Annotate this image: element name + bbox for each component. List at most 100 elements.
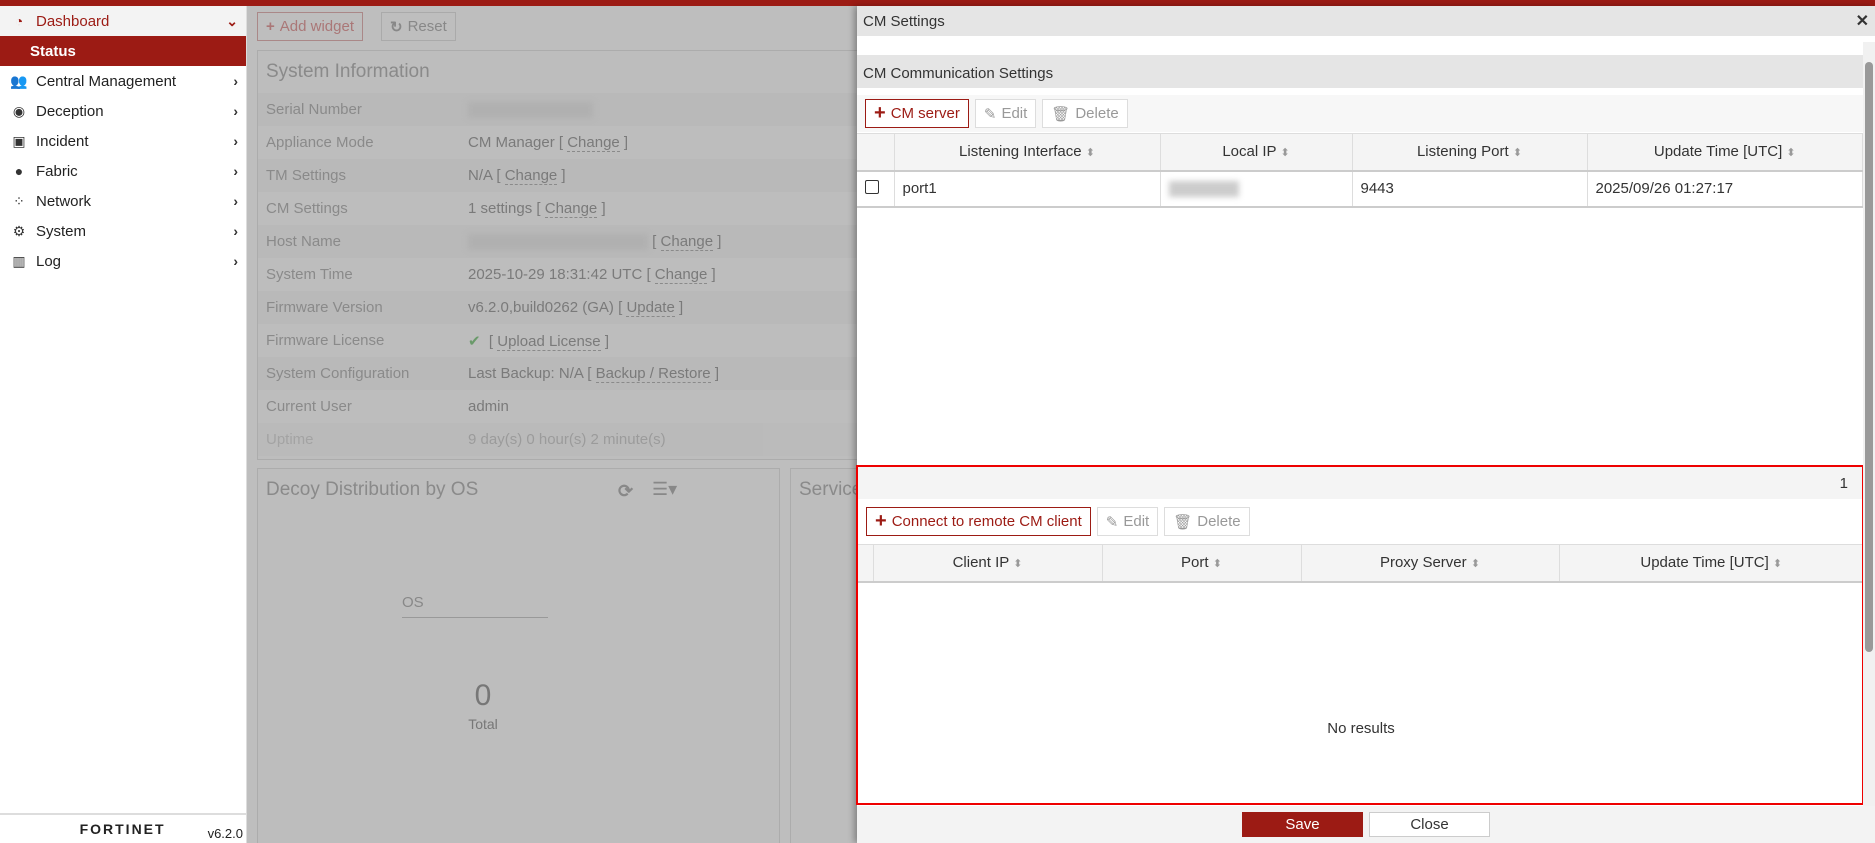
sidebar-item-status[interactable]: Status xyxy=(0,36,246,66)
chevron-right-icon: › xyxy=(233,253,238,269)
chevron-right-icon: › xyxy=(233,133,238,149)
plus-icon: + xyxy=(875,510,887,532)
change-link[interactable]: Change xyxy=(660,232,714,251)
sort-icon: ⬍ xyxy=(1470,558,1481,571)
dialog-footer: Save Close xyxy=(857,806,1875,843)
info-row: Uptime 9 day(s) 0 hour(s) 2 minute(s) xyxy=(258,423,857,456)
connect-remote-cm-client-button[interactable]: + Connect to remote CM client xyxy=(866,507,1091,536)
dashboard-icon: ◔ xyxy=(14,13,24,29)
column-header[interactable]: Port ⬍ xyxy=(1102,544,1302,583)
dashboard-main: + Add widget ↻ Reset System Information Se… xyxy=(247,6,857,843)
fabric-icon: ● xyxy=(14,163,24,179)
column-header[interactable]: Listening Interface ⬍ xyxy=(894,133,1161,172)
legend-label: OS xyxy=(402,594,548,618)
sidebar: ◔ Dashboard ⌄ Status 👥 Central Management › … xyxy=(0,6,247,843)
chevron-right-icon: › xyxy=(233,73,238,89)
close-icon[interactable]: ✕ xyxy=(1856,11,1869,31)
column-header[interactable]: Update Time [UTC] ⬍ xyxy=(1587,133,1863,172)
chart-icon: ▥ xyxy=(12,252,26,269)
change-link[interactable]: Change xyxy=(654,266,708,284)
info-row: Firmware Version v6.2.0,build0262 (GA) [ … xyxy=(258,291,857,324)
trash-icon: 🗑 xyxy=(1173,513,1193,531)
edit-button[interactable]: ✎ Edit xyxy=(974,99,1037,128)
chevron-right-icon: › xyxy=(233,223,238,239)
sort-icon: ⬍ xyxy=(1772,558,1783,571)
update-link[interactable]: Update xyxy=(626,299,675,317)
version-label: v6.2.0 xyxy=(207,826,243,841)
service-widget: Service xyxy=(790,468,857,843)
sidebar-item-fabric[interactable]: ● Fabric › xyxy=(0,156,246,186)
sidebar-item-deception[interactable]: ◉ Deception › xyxy=(0,96,246,126)
client-table: Client IP ⬍ Port ⬍ Proxy Server ⬍ Update… xyxy=(858,544,1862,583)
change-link[interactable]: Change xyxy=(544,200,598,218)
gear-icon: ⚙ xyxy=(12,222,26,239)
sort-icon: ⬍ xyxy=(1786,147,1796,160)
sidebar-item-system[interactable]: ⚙ System › xyxy=(0,216,246,246)
change-link[interactable]: Change xyxy=(567,134,620,152)
delete-button[interactable]: 🗑 Delete xyxy=(1042,99,1128,128)
table-row[interactable]: port1 9443 2025/09/26 01:27:17 xyxy=(857,170,1863,208)
info-row: CM Settings 1 settings [ Change ] xyxy=(266,200,606,218)
table-header: Client IP ⬍ Port ⬍ Proxy Server ⬍ Update… xyxy=(858,544,1862,583)
total-value: 0 xyxy=(474,679,492,712)
fortinet-logo: FORTINET xyxy=(79,821,166,837)
reset-button[interactable]: ↻ Reset xyxy=(381,12,456,41)
no-results-message: No results xyxy=(1327,720,1395,737)
column-header[interactable]: Update Time [UTC] ⬍ xyxy=(1559,544,1862,583)
scrollbar[interactable] xyxy=(1863,42,1875,812)
refresh-icon[interactable]: ⟳ xyxy=(618,481,633,502)
info-row: Serial Number xyxy=(258,93,857,126)
local-ip-blurred xyxy=(1168,181,1239,198)
menu-icon[interactable]: ☰▾ xyxy=(652,479,677,500)
info-row: System Time 2025-10-29 18:31:42 UTC [ Cha… xyxy=(266,266,716,284)
info-row: TM Settings N/A [ Change ] xyxy=(258,159,857,192)
chevron-right-icon: › xyxy=(233,193,238,209)
save-button[interactable]: Save xyxy=(1242,812,1363,837)
info-table: Serial Number Appliance Mode CM Manager [… xyxy=(258,93,857,456)
row-checkbox[interactable] xyxy=(865,179,879,194)
scrollbar-thumb[interactable] xyxy=(1865,62,1873,652)
sort-icon: ⬍ xyxy=(1280,147,1290,160)
chevron-right-icon: › xyxy=(233,103,238,119)
sort-icon: ⬍ xyxy=(1512,147,1523,160)
plus-icon: + xyxy=(266,18,275,35)
server-table: Listening Interface ⬍ Local IP ⬍ Listeni… xyxy=(857,133,1863,208)
sidebar-footer: FORTINET v6.2.0 xyxy=(0,813,247,843)
users-icon: 👥 xyxy=(10,72,28,89)
sidebar-item-log[interactable]: ▥ Log › xyxy=(0,246,246,276)
serial-blurred xyxy=(468,102,593,119)
info-row: Appliance Mode CM Manager [ Change ] xyxy=(266,134,629,152)
add-widget-button[interactable]: + Add widget xyxy=(257,12,363,41)
sidebar-item-dashboard[interactable]: ◔ Dashboard ⌄ xyxy=(0,6,246,36)
upload-license-link[interactable]: Upload License xyxy=(497,332,601,351)
dialog-title: CM Settings xyxy=(863,12,945,30)
chevron-right-icon: › xyxy=(233,163,238,179)
deception-icon: ◉ xyxy=(12,102,26,119)
column-header[interactable]: Client IP ⬍ xyxy=(873,544,1103,583)
close-button[interactable]: Close xyxy=(1369,812,1490,837)
client-toolbar: + Connect to remote CM client ✎ Edit 🗑 Dele… xyxy=(858,503,1862,540)
column-header[interactable]: Local IP ⬍ xyxy=(1160,133,1353,172)
decoy-distribution-widget: Decoy Distribution by OS ⟳ ☰▾ OS 0 Total xyxy=(257,468,780,843)
edit-button[interactable]: ✎ Edit xyxy=(1096,507,1159,536)
add-cm-server-button[interactable]: + CM server xyxy=(865,99,969,128)
table-header: Listening Interface ⬍ Local IP ⬍ Listeni… xyxy=(857,133,1863,172)
delete-button[interactable]: 🗑 Delete xyxy=(1164,507,1250,536)
pencil-icon: ✎ xyxy=(983,105,997,123)
column-header[interactable]: Proxy Server ⬍ xyxy=(1301,544,1560,583)
incident-icon: ▣ xyxy=(12,132,26,149)
sort-icon: ⬍ xyxy=(1013,558,1023,571)
system-information-widget: System Information Serial Number Applian… xyxy=(257,50,857,460)
sidebar-item-central-management[interactable]: 👥 Central Management › xyxy=(0,66,246,96)
pencil-icon: ✎ xyxy=(1105,513,1119,531)
backup-restore-link[interactable]: Backup / Restore xyxy=(595,365,711,383)
column-header[interactable]: Listening Port ⬍ xyxy=(1352,133,1588,172)
network-icon: ⁘ xyxy=(13,192,25,209)
sidebar-item-network[interactable]: ⁘ Network › xyxy=(0,186,246,216)
total-label: Total xyxy=(468,716,498,732)
change-link[interactable]: Change xyxy=(504,167,558,185)
hostname-blurred xyxy=(468,234,648,251)
widget-title: Decoy Distribution by OS xyxy=(266,479,479,500)
sidebar-item-incident[interactable]: ▣ Incident › xyxy=(0,126,246,156)
server-toolbar: + CM server ✎ Edit 🗑 Delete xyxy=(857,95,1863,132)
